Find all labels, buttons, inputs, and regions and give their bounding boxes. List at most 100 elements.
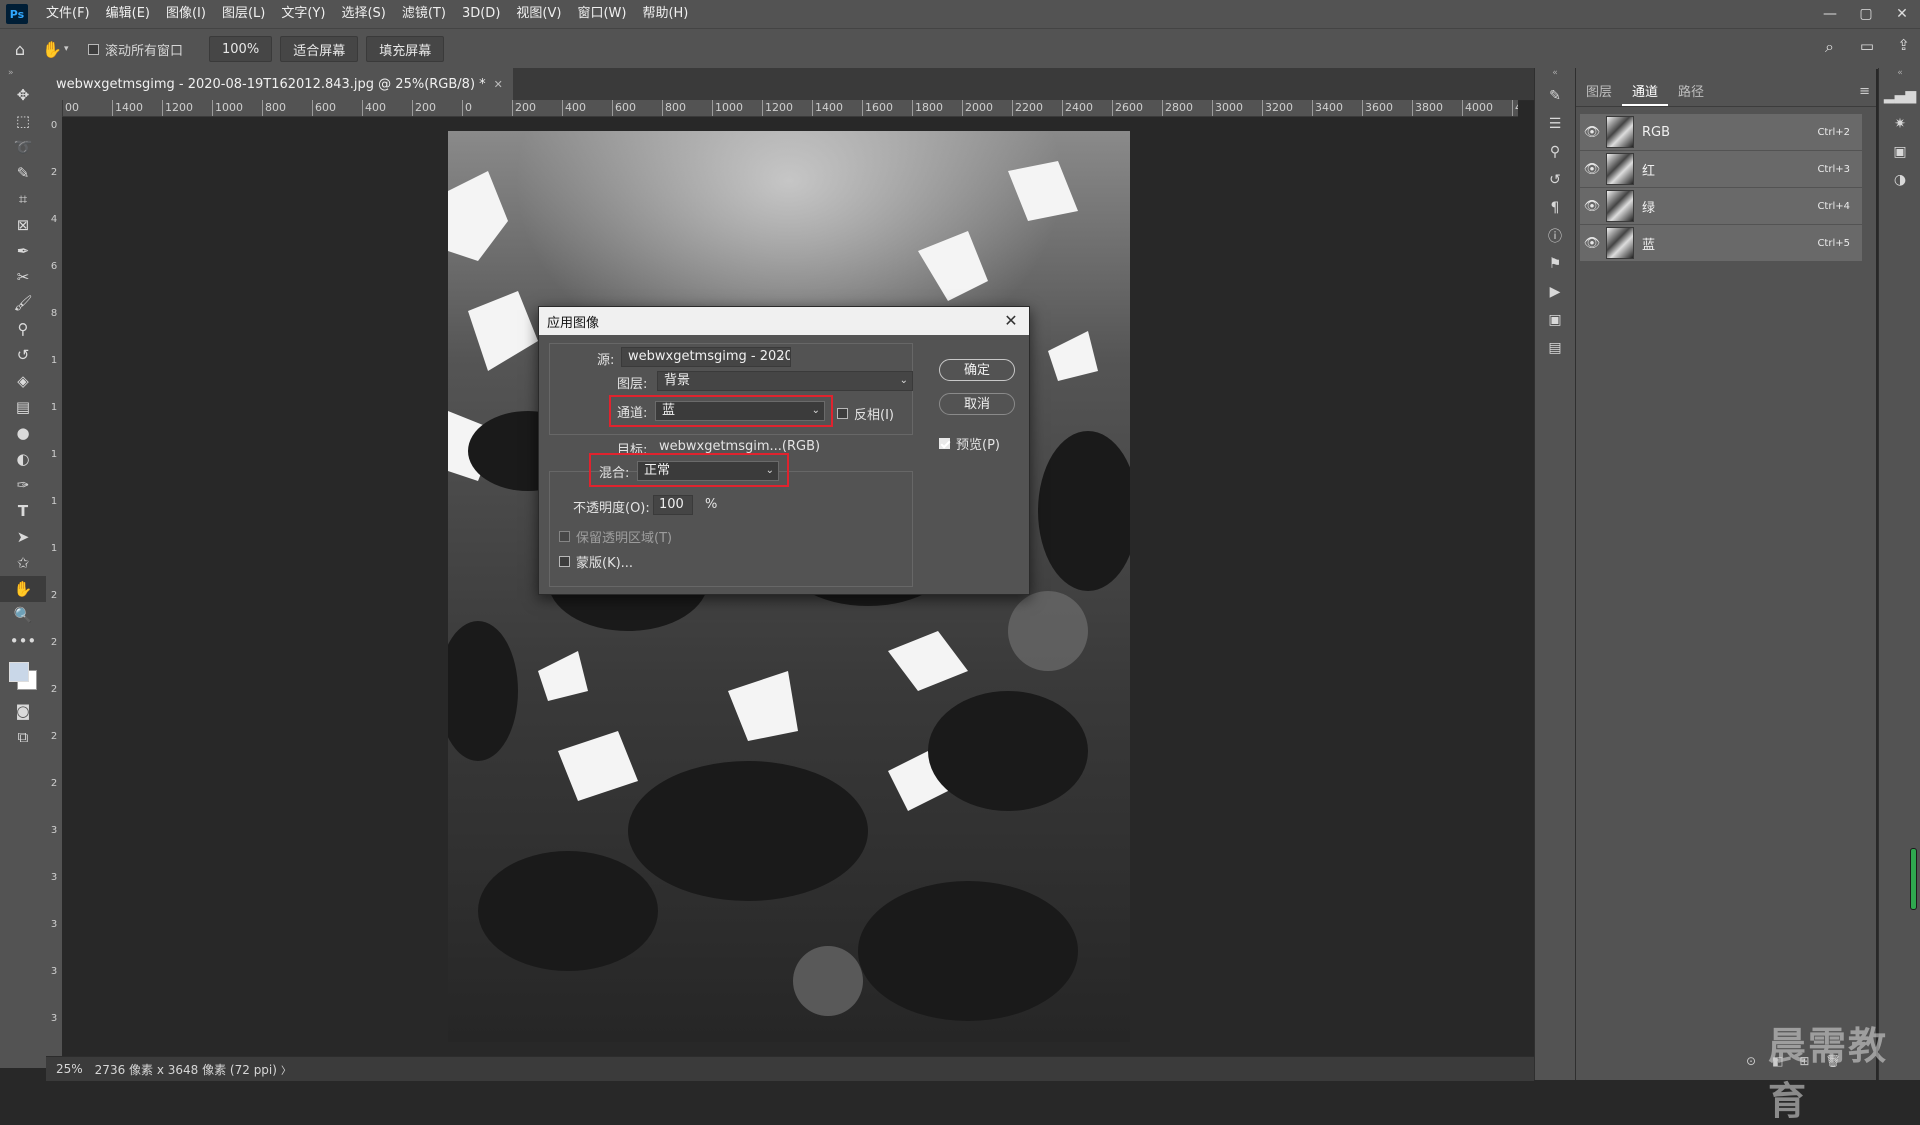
lasso-tool-icon[interactable]: ➰ bbox=[0, 134, 46, 160]
document-info[interactable]: 2736 像素 x 3648 像素 (72 ppi) bbox=[95, 1061, 277, 1078]
close-window-icon[interactable]: ✕ bbox=[1884, 0, 1920, 28]
eyedropper-tool-icon[interactable]: ✒ bbox=[0, 238, 46, 264]
path-select-icon[interactable]: ➤ bbox=[0, 524, 46, 550]
libraries-icon[interactable]: ▣ bbox=[1535, 306, 1575, 334]
workspace-icon[interactable]: ▭ bbox=[1860, 37, 1874, 55]
menu-item-10[interactable]: 帮助(H) bbox=[634, 0, 696, 28]
adjustments-icon[interactable]: ☰ bbox=[1535, 110, 1575, 138]
menu-item-8[interactable]: 视图(V) bbox=[508, 0, 569, 28]
brush-tool-icon[interactable]: 🖌 bbox=[0, 290, 46, 316]
paragraph-icon[interactable]: ⚑ bbox=[1535, 250, 1575, 278]
quick-select-tool-icon[interactable]: ✎ bbox=[0, 160, 46, 186]
layer-select[interactable]: 背景 ⌄ bbox=[657, 371, 913, 391]
menu-item-7[interactable]: 3D(D) bbox=[454, 0, 508, 28]
healing-tool-icon[interactable]: ✂ bbox=[0, 264, 46, 290]
preserve-transparency-checkbox[interactable]: 保留透明区域(T) bbox=[559, 527, 672, 546]
foreground-color[interactable] bbox=[9, 662, 29, 682]
channel-select[interactable]: 蓝 ⌄ bbox=[655, 401, 825, 421]
frame-tool-icon[interactable]: ⊠ bbox=[0, 212, 46, 238]
opacity-input[interactable]: 100 bbox=[653, 495, 693, 515]
scroll-all-windows-checkbox[interactable]: 滚动所有窗口 bbox=[88, 40, 183, 59]
color-swatches[interactable] bbox=[0, 654, 46, 698]
chevron-down-icon[interactable]: ▾ bbox=[64, 44, 80, 54]
visibility-eye-icon[interactable]: 👁 bbox=[1580, 236, 1604, 251]
preview-checkbox[interactable]: 预览(P) bbox=[939, 434, 1000, 453]
visibility-eye-icon[interactable]: 👁 bbox=[1580, 125, 1604, 140]
zoom-100-button[interactable]: 100% bbox=[209, 36, 273, 62]
channel-row-1[interactable]: 👁 红 Ctrl+3 bbox=[1580, 151, 1862, 188]
blend-select[interactable]: 正常 ⌄ bbox=[637, 461, 779, 481]
shape-tool-icon[interactable]: ✩ bbox=[0, 550, 46, 576]
actions-play-icon[interactable]: ▶ bbox=[1535, 278, 1575, 306]
invert-checkbox-box[interactable] bbox=[837, 408, 848, 419]
collapse-right-icon[interactable]: « bbox=[1879, 68, 1920, 82]
type-tool-icon[interactable]: T bbox=[0, 498, 46, 524]
invert-checkbox[interactable]: 反相(I) bbox=[837, 404, 894, 423]
source-select[interactable]: webwxgetmsgimg - 2020-...⌄ bbox=[621, 347, 791, 367]
channel-row-3[interactable]: 👁 蓝 Ctrl+5 bbox=[1580, 225, 1862, 262]
menu-item-0[interactable]: 文件(F) bbox=[38, 0, 98, 28]
menu-item-3[interactable]: 图层(L) bbox=[214, 0, 273, 28]
menu-item-1[interactable]: 编辑(E) bbox=[98, 0, 158, 28]
history-brush-icon[interactable]: ↺ bbox=[0, 342, 46, 368]
hand-tool-icon[interactable]: ✋ bbox=[40, 40, 64, 59]
collapse-toolbar-icon[interactable]: » bbox=[0, 68, 46, 82]
cancel-button[interactable]: 取消 bbox=[939, 393, 1015, 415]
channel-row-0[interactable]: 👁 RGB Ctrl+2 bbox=[1580, 114, 1862, 151]
channel-row-2[interactable]: 👁 绿 Ctrl+4 bbox=[1580, 188, 1862, 225]
preserve-checkbox-box[interactable] bbox=[559, 531, 570, 542]
preview-checkbox-box[interactable] bbox=[939, 438, 950, 449]
stamp-tool-icon[interactable]: ⚲ bbox=[0, 316, 46, 342]
share-icon[interactable]: ⇪ bbox=[1897, 36, 1910, 54]
histogram-icon[interactable]: ▂▄▆ bbox=[1879, 82, 1920, 110]
marquee-tool-icon[interactable]: ⬚ bbox=[0, 108, 46, 134]
menu-item-6[interactable]: 滤镜(T) bbox=[394, 0, 454, 28]
menu-item-5[interactable]: 选择(S) bbox=[333, 0, 393, 28]
move-tool-icon[interactable]: ✥ bbox=[0, 82, 46, 108]
close-tab-icon[interactable]: ✕ bbox=[494, 78, 503, 91]
info-icon[interactable]: ⓘ bbox=[1535, 222, 1575, 250]
load-selection-icon[interactable]: ⊙ bbox=[1746, 1054, 1756, 1068]
gradient-tool-icon[interactable]: ▤ bbox=[0, 394, 46, 420]
tab-paths[interactable]: 路径 bbox=[1668, 80, 1714, 106]
quick-mask-icon[interactable]: ◙ bbox=[0, 698, 46, 724]
clone-source-icon[interactable]: ⚲ bbox=[1535, 138, 1575, 166]
screen-mode-icon[interactable]: ⧉ bbox=[0, 724, 46, 750]
info-chevron-icon[interactable]: 〉 bbox=[281, 1062, 291, 1077]
history-icon[interactable]: ↺ bbox=[1535, 166, 1575, 194]
search-icon[interactable]: ⌕ bbox=[1825, 37, 1834, 57]
close-dialog-icon[interactable]: ✕ bbox=[1001, 311, 1021, 331]
visibility-eye-icon[interactable]: 👁 bbox=[1580, 162, 1604, 177]
collapse-strip-icon[interactable]: « bbox=[1535, 68, 1575, 82]
home-icon[interactable]: ⌂ bbox=[0, 40, 40, 59]
maximize-icon[interactable]: ▢ bbox=[1848, 0, 1884, 28]
fill-screen-button[interactable]: 填充屏幕 bbox=[366, 36, 445, 62]
document-tab[interactable]: webwxgetmsgimg - 2020-08-19T162012.843.j… bbox=[46, 68, 513, 100]
eraser-tool-icon[interactable]: ◈ bbox=[0, 368, 46, 394]
notes-icon[interactable]: ▤ bbox=[1535, 334, 1575, 362]
properties-icon[interactable]: ▣ bbox=[1879, 138, 1920, 166]
mask-checkbox-box[interactable] bbox=[559, 556, 570, 567]
crop-tool-icon[interactable]: ⌗ bbox=[0, 186, 46, 212]
tab-layers[interactable]: 图层 bbox=[1576, 80, 1622, 106]
scroll-all-checkbox-box[interactable] bbox=[88, 43, 99, 55]
visibility-eye-icon[interactable]: 👁 bbox=[1580, 199, 1604, 214]
dialog-title-bar[interactable]: 应用图像 ✕ bbox=[539, 307, 1029, 335]
color-icon[interactable]: ◑ bbox=[1879, 166, 1920, 194]
navigator-icon[interactable]: ✷ bbox=[1879, 110, 1920, 138]
hand-tool-icon-active[interactable]: ✋ bbox=[0, 576, 46, 602]
zoom-tool-icon[interactable]: 🔍 bbox=[0, 602, 46, 628]
mask-checkbox[interactable]: 蒙版(K)... bbox=[559, 552, 633, 571]
brush-settings-icon[interactable]: ✎ bbox=[1535, 82, 1575, 110]
tab-channels[interactable]: 通道 bbox=[1622, 80, 1669, 106]
menu-item-9[interactable]: 窗口(W) bbox=[569, 0, 634, 28]
scroll-indicator[interactable] bbox=[1910, 848, 1917, 910]
character-icon[interactable]: ¶ bbox=[1535, 194, 1575, 222]
menu-item-4[interactable]: 文字(Y) bbox=[273, 0, 333, 28]
zoom-level[interactable]: 25% bbox=[56, 1062, 83, 1076]
dodge-tool-icon[interactable]: ◐ bbox=[0, 446, 46, 472]
menu-item-2[interactable]: 图像(I) bbox=[158, 0, 214, 28]
panel-menu-icon[interactable]: ≡ bbox=[1859, 84, 1870, 99]
minimize-icon[interactable]: — bbox=[1812, 0, 1848, 28]
fit-screen-button[interactable]: 适合屏幕 bbox=[280, 36, 359, 62]
